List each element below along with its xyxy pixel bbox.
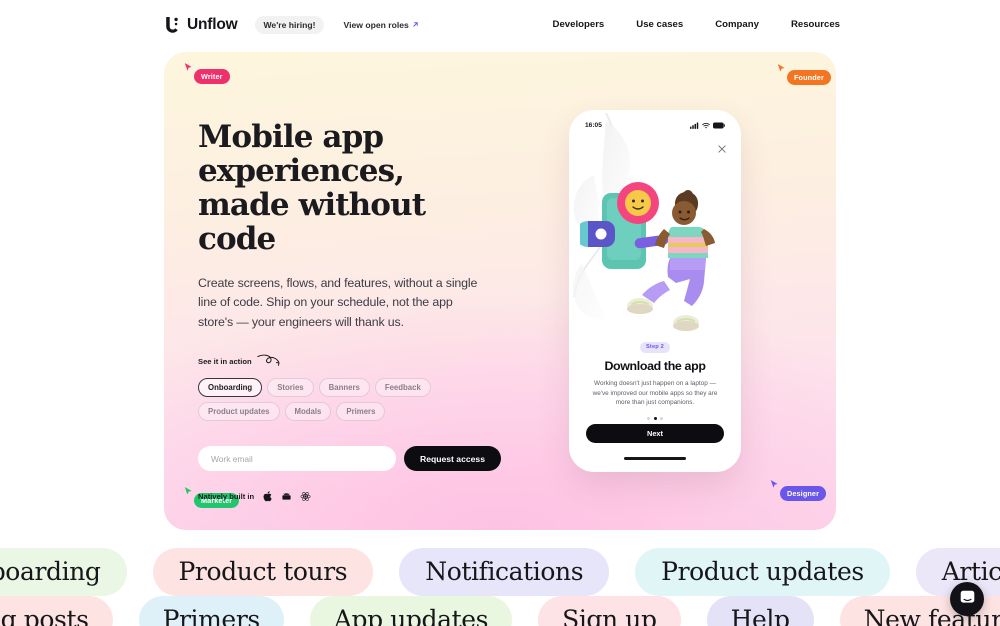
nav-link-use-cases[interactable]: Use cases bbox=[636, 19, 683, 30]
brand-name: Unflow bbox=[187, 15, 238, 33]
step-badge: Step 2 bbox=[640, 341, 670, 353]
natively-built-in: Natively built in bbox=[198, 491, 503, 502]
marquee-pill[interactable]: Help bbox=[706, 596, 814, 626]
marquee-pill[interactable]: App updates bbox=[309, 596, 513, 626]
battery-icon bbox=[713, 122, 725, 129]
nav-link-developers[interactable]: Developers bbox=[553, 19, 605, 30]
arrow-up-right-icon bbox=[412, 21, 419, 28]
cursor-pointer-icon bbox=[777, 63, 786, 74]
nav-link-company[interactable]: Company bbox=[715, 19, 759, 30]
chip-primers[interactable]: Primers bbox=[336, 402, 386, 422]
hero-subhead: Create screens, flows, and features, wit… bbox=[198, 276, 478, 329]
curved-arrow-icon bbox=[256, 354, 286, 369]
card-body-text: Working doesn't just happen on a laptop … bbox=[592, 380, 718, 407]
navbar: Unflow We're hiring! View open roles Dev… bbox=[0, 0, 1000, 49]
marquee-pill[interactable]: nboarding bbox=[0, 548, 127, 596]
intercom-chat-icon bbox=[959, 589, 976, 609]
marquee-row-2: og posts Primers App updates Sign up Hel… bbox=[0, 596, 1000, 626]
pagination-dots bbox=[586, 416, 724, 420]
see-it-label: See it in action bbox=[198, 357, 252, 367]
phone-mockup: 16:05 Step 2 Download the app Working do… bbox=[572, 113, 738, 469]
hero-card: Writer Founder Marketer Designer Mobile … bbox=[164, 52, 836, 530]
page-title: Mobile app experiences, made without cod… bbox=[198, 119, 426, 257]
persona-label: Writer bbox=[194, 69, 230, 84]
marquee-pill[interactable]: og posts bbox=[0, 596, 113, 626]
cellular-signal-icon bbox=[690, 122, 699, 129]
feature-chip-list: Onboarding Stories Banners Feedback Prod… bbox=[198, 378, 498, 422]
persona-label: Founder bbox=[787, 70, 831, 85]
work-email-input[interactable] bbox=[198, 446, 396, 472]
marquee-pill[interactable]: Product updates bbox=[635, 548, 890, 596]
unflow-logo-icon bbox=[164, 16, 181, 33]
natively-built-label: Natively built in bbox=[198, 492, 255, 502]
chip-product-updates[interactable]: Product updates bbox=[198, 402, 280, 422]
apple-icon bbox=[262, 491, 273, 502]
marquee-pill[interactable]: Primers bbox=[138, 596, 284, 626]
phone-statusbar: 16:05 bbox=[572, 120, 738, 131]
dot-2[interactable] bbox=[653, 416, 657, 420]
persona-tag-writer: Writer bbox=[184, 62, 230, 84]
open-roles-label: View open roles bbox=[343, 19, 409, 30]
close-icon[interactable] bbox=[718, 140, 726, 153]
cursor-pointer-icon bbox=[770, 479, 779, 490]
status-icon-group bbox=[690, 122, 725, 129]
intercom-chat-button[interactable] bbox=[950, 582, 984, 616]
wifi-icon bbox=[702, 122, 710, 129]
persona-tag-founder: Founder bbox=[777, 63, 831, 85]
next-button[interactable]: Next bbox=[586, 424, 724, 443]
cursor-pointer-icon bbox=[184, 62, 193, 73]
dot-1[interactable] bbox=[647, 416, 650, 420]
dot-3[interactable] bbox=[660, 416, 663, 420]
onboarding-card-body: Step 2 Download the app Working doesn't … bbox=[572, 335, 738, 420]
request-access-button[interactable]: Request access bbox=[404, 446, 501, 472]
marquee-row-1: nboarding Product tours Notifications Pr… bbox=[0, 548, 1000, 596]
navbar-links: Developers Use cases Company Resources bbox=[553, 19, 840, 30]
chip-stories[interactable]: Stories bbox=[267, 378, 314, 398]
chip-feedback[interactable]: Feedback bbox=[374, 378, 431, 398]
marquee-pill[interactable]: Sign up bbox=[538, 596, 681, 626]
chip-onboarding[interactable]: Onboarding bbox=[198, 378, 263, 398]
card-title: Download the app bbox=[604, 359, 706, 373]
persona-tag-designer: Designer bbox=[770, 479, 827, 501]
marquee-pill[interactable]: Notifications bbox=[399, 548, 610, 596]
react-icon bbox=[300, 491, 311, 502]
chip-banners[interactable]: Banners bbox=[318, 378, 370, 398]
android-icon bbox=[281, 491, 292, 502]
see-it-in-action: See it in action bbox=[198, 354, 503, 369]
cursor-pointer-icon bbox=[184, 486, 193, 497]
hero-content: Mobile app experiences, made without cod… bbox=[198, 120, 503, 502]
landing-page: Unflow We're hiring! View open roles Dev… bbox=[0, 0, 1000, 626]
onboarding-illustration bbox=[580, 182, 715, 331]
home-indicator bbox=[624, 457, 686, 460]
nav-link-resources[interactable]: Resources bbox=[791, 19, 840, 30]
brand-logo[interactable]: Unflow bbox=[164, 15, 238, 34]
navbar-left: Unflow We're hiring! View open roles bbox=[164, 15, 421, 34]
view-open-roles-link[interactable]: View open roles bbox=[342, 16, 421, 34]
signup-form: Request access bbox=[198, 446, 503, 472]
status-clock: 16:05 bbox=[585, 122, 602, 129]
hiring-chip[interactable]: We're hiring! bbox=[255, 15, 324, 34]
chip-modals[interactable]: Modals bbox=[284, 402, 332, 422]
marquee-pill[interactable]: Product tours bbox=[152, 548, 374, 596]
persona-label: Designer bbox=[780, 486, 827, 501]
phone-screen: 16:05 Step 2 Download the app Working do… bbox=[572, 113, 738, 469]
